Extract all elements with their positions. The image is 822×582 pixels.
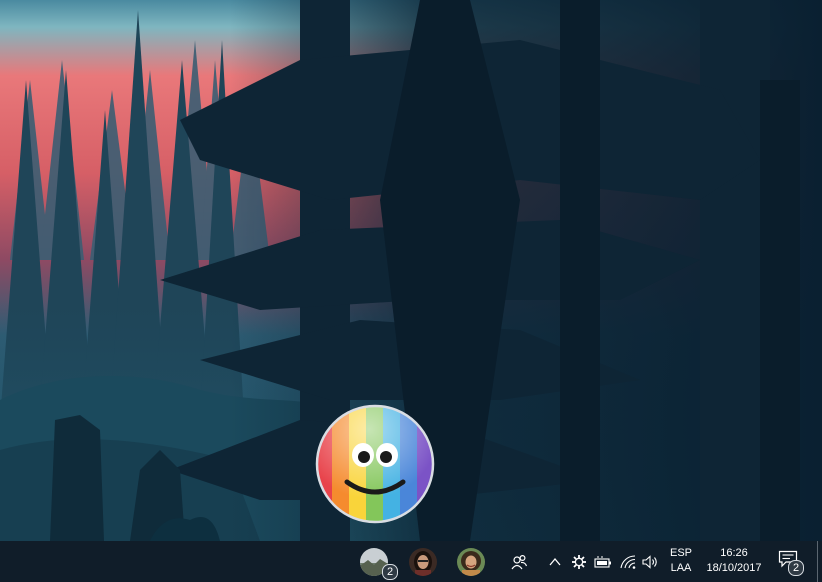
woman-photo-icon [457,548,485,576]
tray-app-button[interactable] [570,553,588,571]
woman-photo-icon [409,548,437,576]
show-hidden-icons-button[interactable] [546,553,564,571]
desktop-screen: 2 ESP LAA 16:26 18/10/2017 2 [0,0,822,582]
battery-icon [594,556,611,568]
contact-group[interactable]: 2 [360,548,398,580]
gear-app-icon [572,555,586,569]
wifi-icon [620,555,636,569]
contact-woman-dark-hair[interactable] [409,548,437,576]
volume-button[interactable] [642,553,660,571]
clock-date: 18/10/2017 [706,562,762,574]
action-center-badge: 2 [788,560,804,576]
input-language-indicator[interactable]: ESP LAA [668,546,694,576]
network-button[interactable] [619,553,637,571]
keyboard-layout-code: LAA [670,562,692,574]
clock[interactable]: 16:26 18/10/2017 [700,546,768,576]
language-code: ESP [669,547,692,559]
people-button[interactable] [510,553,528,571]
chevron-up-icon [549,557,561,566]
rainbow-smiley-emoji-icon[interactable] [315,404,435,524]
battery-button[interactable] [594,553,612,571]
contact-group-badge: 2 [382,564,398,580]
people-icon [511,554,528,570]
contact-woman-curly-hair[interactable] [457,548,485,576]
volume-icon [642,555,657,569]
clock-time: 16:26 [720,547,748,559]
show-desktop-button[interactable] [817,541,818,582]
action-center-button[interactable]: 2 [778,550,804,576]
taskbar: 2 ESP LAA 16:26 18/10/2017 2 [0,541,822,582]
